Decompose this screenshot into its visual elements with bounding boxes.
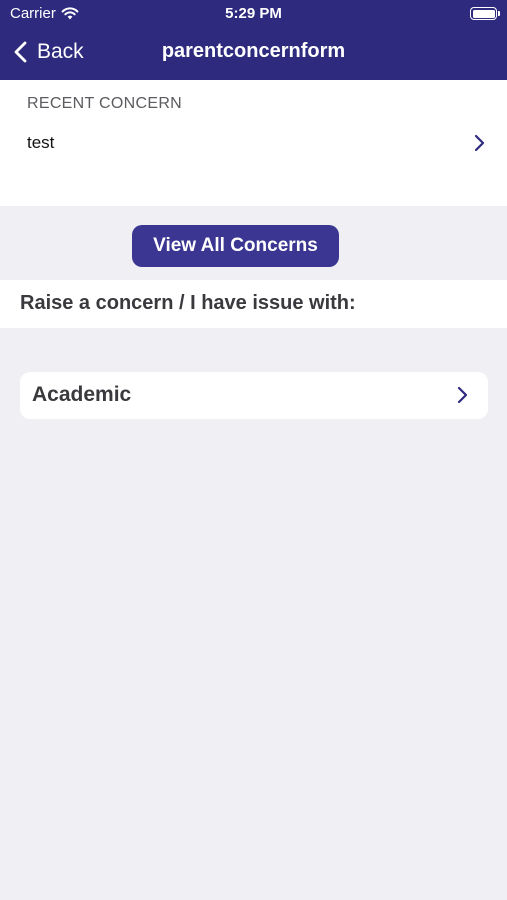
chevron-right-icon [457, 386, 468, 404]
page-title: parentconcernform [161, 40, 346, 62]
navigation-bar: Back parentconcernform [0, 32, 507, 76]
recent-concern-title: test [27, 133, 55, 152]
recent-concern-header: RECENT CONCERN [27, 95, 183, 112]
app-header: Carrier 5:29 PM Back parentconcernform [0, 0, 507, 80]
category-academic[interactable]: Academic [20, 372, 488, 419]
battery-icon [470, 7, 500, 20]
status-time: 5:29 PM [225, 5, 282, 22]
chevron-right-icon [474, 134, 485, 152]
battery-level [472, 9, 495, 18]
status-bar: Carrier 5:29 PM [0, 0, 507, 28]
recent-concern-section: RECENT CONCERN test [0, 80, 507, 206]
raise-concern-banner: Raise a concern / I have issue with: [0, 280, 507, 328]
recent-concern-item[interactable]: test [0, 122, 507, 162]
raise-concern-label: Raise a concern / I have issue with: [20, 292, 356, 314]
view-all-concerns-button[interactable]: View All Concerns [132, 225, 339, 267]
category-label: Academic [32, 383, 132, 406]
